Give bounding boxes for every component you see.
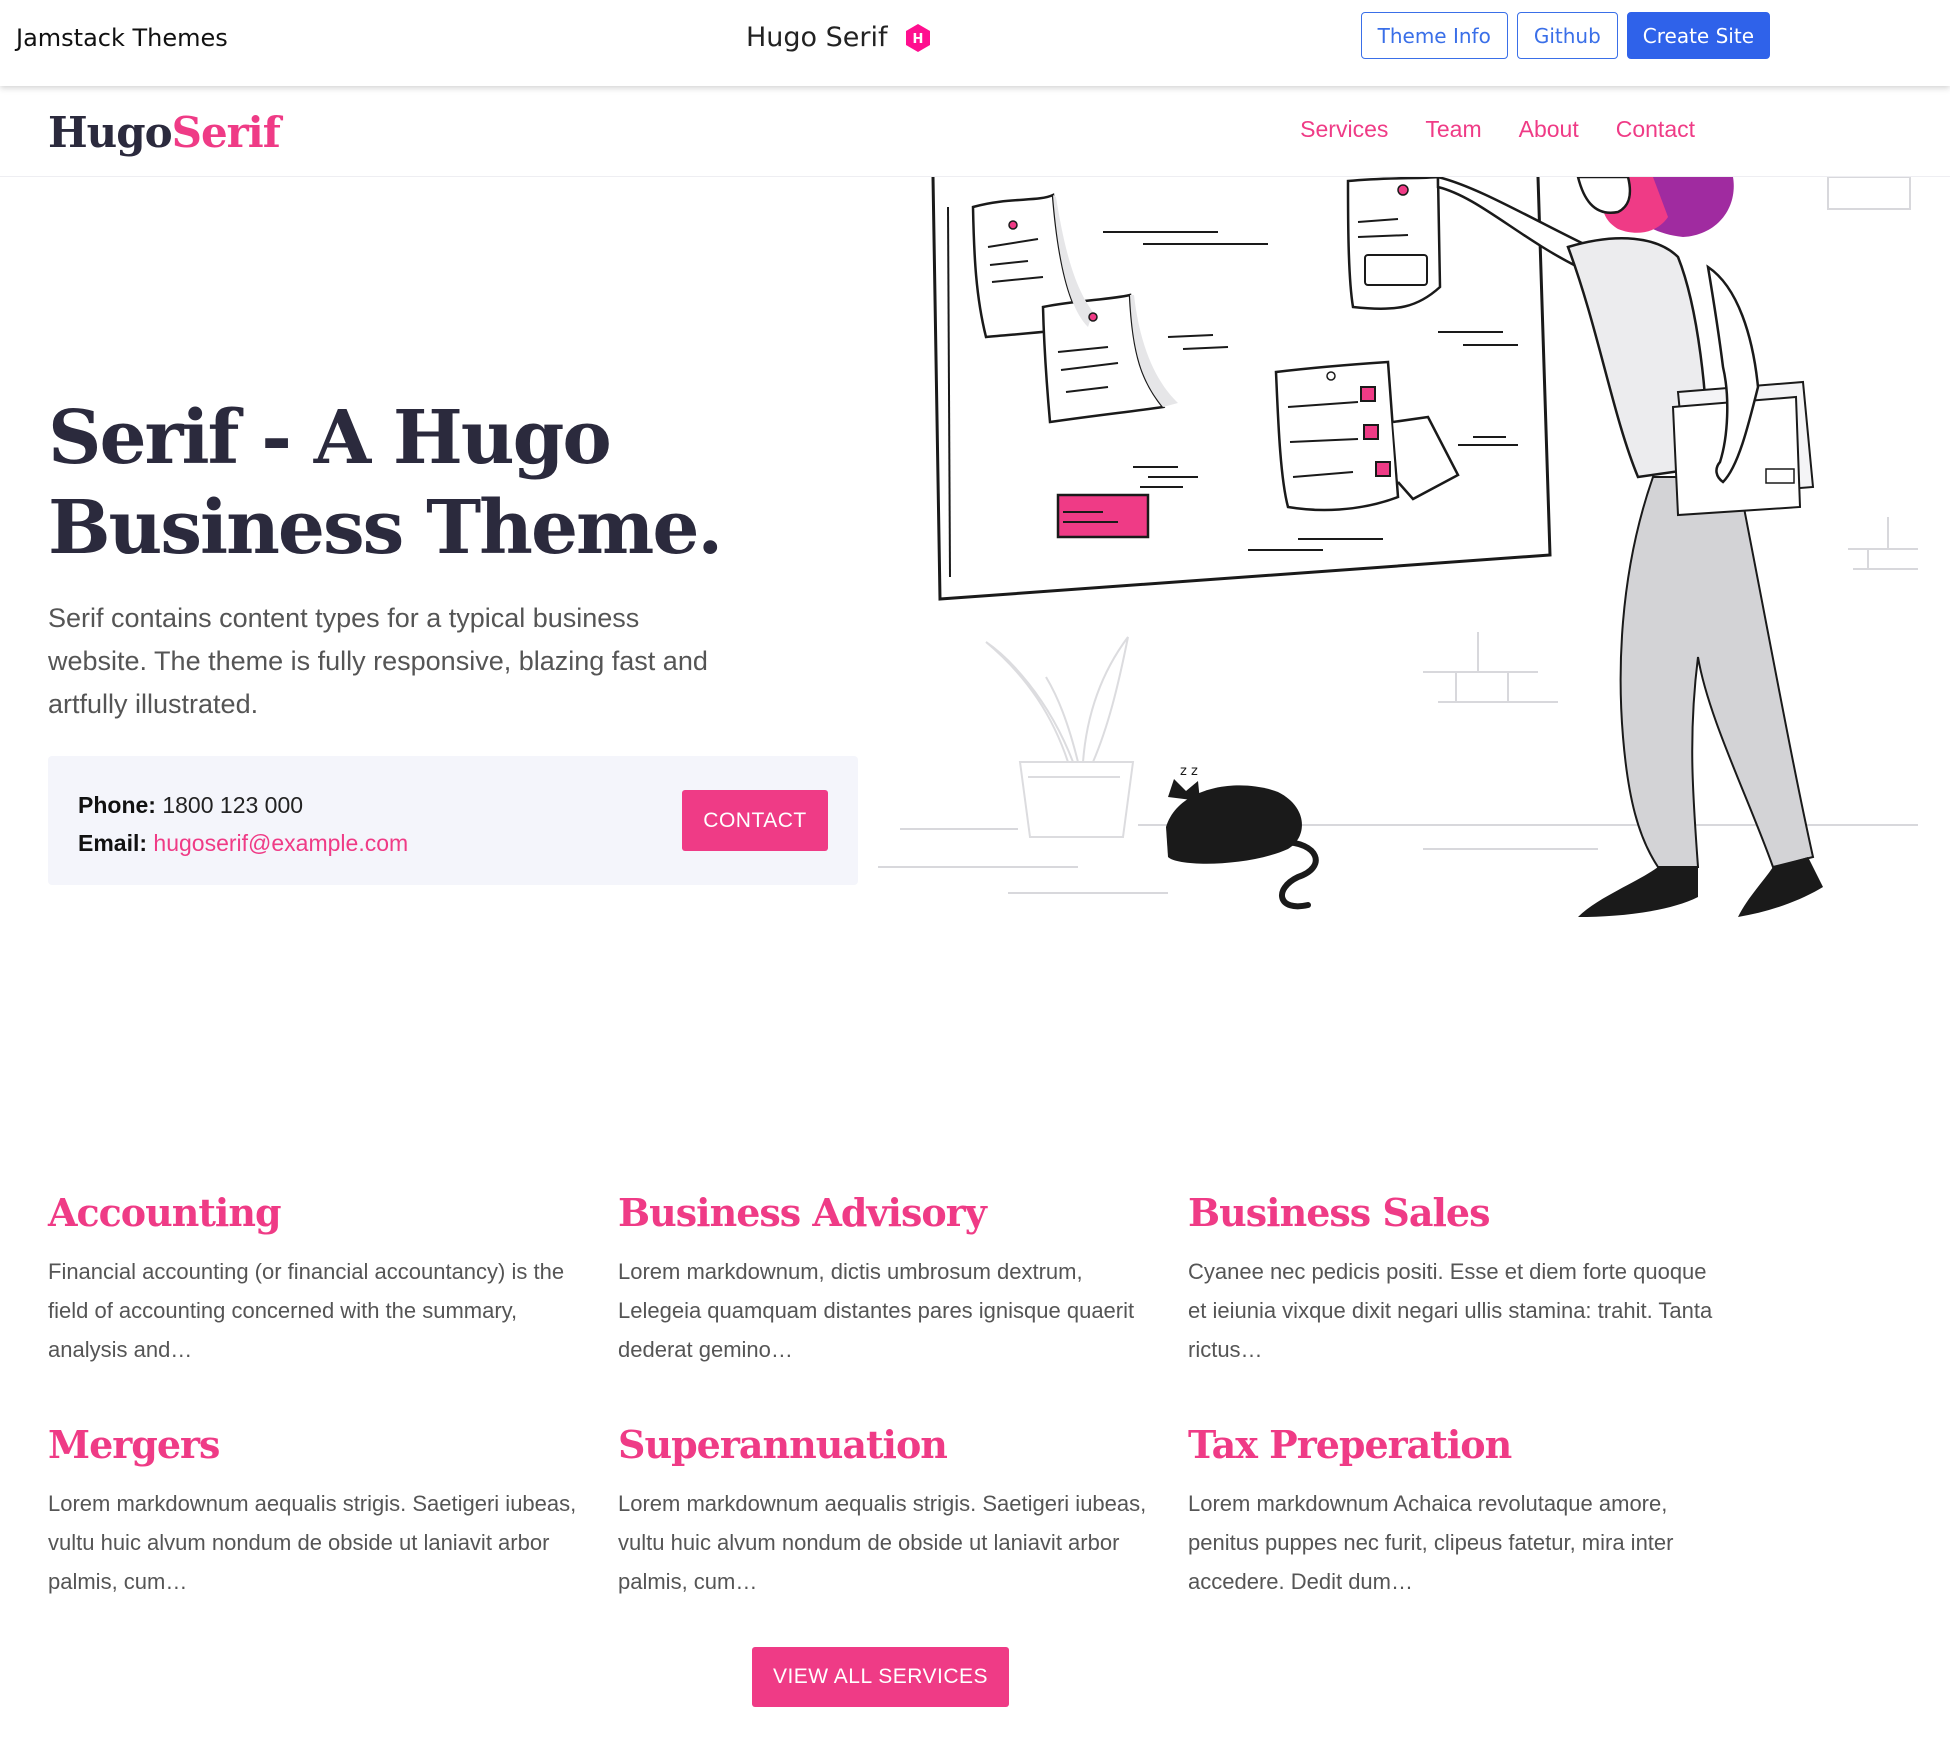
service-card-tax-preperation[interactable]: Tax Preperation Lorem markdownum Achaica… [1188, 1420, 1728, 1601]
service-card-business-sales[interactable]: Business Sales Cyanee nec pedicis positi… [1188, 1188, 1728, 1369]
nav-about[interactable]: About [1519, 116, 1579, 143]
service-card-superannuation[interactable]: Superannuation Lorem markdownum aequalis… [618, 1420, 1158, 1601]
email-link[interactable]: hugoserif@example.com [153, 830, 408, 856]
email-label: Email: [78, 830, 148, 856]
hero-title: Serif - A Hugo Business Theme. [48, 393, 768, 573]
theme-title-group: Hugo Serif H [746, 22, 932, 53]
site-logo[interactable]: HugoSerif [48, 108, 281, 157]
site-header: HugoSerif Services Team About Contact [0, 86, 1950, 177]
service-text: Financial accounting (or financial accou… [48, 1259, 565, 1362]
top-bar-buttons: Theme Info Github Create Site [1360, 12, 1770, 59]
service-title[interactable]: Accounting [48, 1188, 588, 1238]
create-site-button[interactable]: Create Site [1626, 12, 1770, 59]
plant-drawing [985, 636, 1135, 838]
email-line: Email: hugoserif@example.com [78, 824, 408, 862]
hero-title-line-1: Serif - A Hugo [48, 395, 612, 481]
service-title[interactable]: Tax Preperation [1188, 1420, 1728, 1470]
service-title[interactable]: Business Sales [1188, 1188, 1728, 1238]
hero-illustration: z z [878, 177, 1918, 917]
view-all-services-button[interactable]: VIEW ALL SERVICES [752, 1647, 1009, 1707]
logo-part-hugo: Hugo [48, 108, 173, 157]
zzz-text: z z [1180, 764, 1198, 779]
service-title[interactable]: Business Advisory [618, 1188, 1158, 1238]
hugo-logo-icon: H [905, 23, 930, 52]
phone-value: 1800 123 000 [162, 792, 304, 818]
service-title[interactable]: Superannuation [618, 1420, 1158, 1470]
theme-info-button[interactable]: Theme Info [1360, 12, 1508, 59]
main-nav: Services Team About Contact [1300, 116, 1695, 143]
service-text: Lorem markdownum Achaica revolutaque amo… [1188, 1491, 1674, 1594]
svg-text:H: H [912, 32, 923, 47]
nav-services[interactable]: Services [1300, 116, 1388, 143]
nav-contact[interactable]: Contact [1616, 116, 1695, 143]
logo-part-serif: Serif [171, 108, 281, 157]
sleeping-cat: z z [1166, 764, 1319, 910]
contact-button[interactable]: CONTACT [682, 790, 828, 851]
service-card-accounting[interactable]: Accounting Financial accounting (or fina… [48, 1188, 588, 1369]
phone-label: Phone: [78, 792, 156, 818]
service-title[interactable]: Mergers [48, 1420, 588, 1470]
hero-subtitle: Serif contains content types for a typic… [48, 603, 708, 719]
service-text: Lorem markdownum aequalis strigis. Saeti… [48, 1491, 577, 1594]
jamstack-brand[interactable]: Jamstack Themes [16, 24, 228, 52]
nav-team[interactable]: Team [1425, 116, 1481, 143]
theme-title: Hugo Serif [746, 22, 888, 53]
contact-details: Phone: 1800 123 000 Email: hugoserif@exa… [78, 786, 408, 862]
github-button[interactable]: Github [1516, 12, 1618, 59]
phone-line: Phone: 1800 123 000 [78, 786, 408, 824]
service-card-business-advisory[interactable]: Business Advisory Lorem markdownum, dict… [618, 1188, 1158, 1369]
hero-title-line-2: Business Theme. [48, 485, 723, 571]
contact-info-box: Phone: 1800 123 000 Email: hugoserif@exa… [48, 756, 858, 885]
service-text: Lorem markdownum, dictis umbrosum dextru… [618, 1259, 1135, 1362]
service-card-mergers[interactable]: Mergers Lorem markdownum aequalis strigi… [48, 1420, 588, 1601]
service-text: Lorem markdownum aequalis strigis. Saeti… [618, 1491, 1147, 1594]
service-text: Cyanee nec pedicis positi. Esse et diem … [1188, 1259, 1713, 1362]
jamstack-top-bar: Jamstack Themes Hugo Serif H Theme Info … [0, 0, 1950, 86]
